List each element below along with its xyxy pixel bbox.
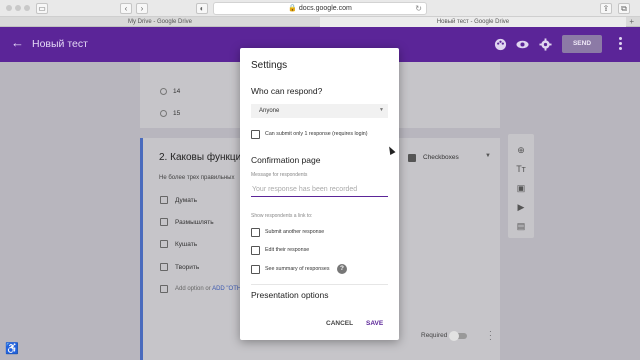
send-button[interactable]: SEND (562, 35, 602, 53)
checkbox-option[interactable] (160, 240, 168, 248)
url-text: docs.google.com (298, 5, 352, 12)
see-summary-label: See summary of responses (265, 266, 330, 272)
sidebar-toggle-icon[interactable]: ▭ (36, 3, 48, 14)
who-can-respond-heading: Who can respond? (251, 86, 323, 96)
dialog-title: Settings (251, 60, 288, 71)
chevron-down-icon: ▼ (379, 107, 384, 113)
add-other-connector: or (205, 286, 211, 292)
question-type-select[interactable]: Checkboxes ▼ (405, 152, 495, 166)
add-question-icon[interactable]: ⊕ (515, 144, 527, 156)
question-type-value: Checkboxes (423, 154, 459, 161)
help-icon[interactable]: ? (337, 264, 347, 274)
back-arrow-icon[interactable]: ← (11, 36, 24, 50)
radio-option[interactable] (160, 110, 167, 117)
privacy-shield-icon[interactable]: ◐ (196, 3, 208, 14)
settings-dialog: Settings Who can respond? Anyone ▼ Can s… (240, 48, 399, 340)
more-options-icon[interactable] (619, 37, 623, 51)
address-bar[interactable]: 🔒 docs.google.com ↻ (213, 2, 427, 15)
divider (251, 284, 388, 285)
new-tab-icon[interactable]: + (629, 17, 634, 27)
accessibility-icon[interactable]: ♿ (5, 342, 19, 355)
add-section-icon[interactable]: ▤ (515, 220, 527, 232)
message-label: Message for respondents (251, 172, 308, 178)
cancel-button[interactable]: CANCEL (326, 320, 353, 327)
confirmation-heading: Confirmation page (251, 155, 321, 165)
add-title-icon[interactable]: Tт (515, 163, 527, 175)
option-label: 15 (173, 110, 181, 117)
reload-icon[interactable]: ↻ (415, 3, 422, 15)
question-toolbar: ⊕ Tт ▣ ▶ ▤ (508, 134, 534, 238)
settings-gear-icon[interactable] (539, 38, 552, 51)
close-window-button[interactable] (6, 5, 12, 11)
checkbox-option (160, 285, 168, 293)
zoom-window-button[interactable] (24, 5, 30, 11)
one-response-checkbox[interactable] (251, 130, 260, 139)
form-title[interactable]: Новый тест (32, 38, 88, 50)
add-image-icon[interactable]: ▣ (515, 182, 527, 194)
confirmation-message-input[interactable]: Your response has been recorded (251, 185, 388, 197)
chevron-down-icon: ▼ (485, 153, 491, 159)
question-description[interactable]: Не более трех правильных (159, 175, 235, 181)
radio-option[interactable] (160, 88, 167, 95)
checkbox-type-icon (408, 154, 416, 162)
checkbox-option[interactable] (160, 218, 168, 226)
add-option-row[interactable]: Add option or ADD "OTH (175, 286, 241, 292)
tab-bar: My Drive - Google Drive Новый тест - Goo… (0, 17, 640, 27)
audience-select[interactable]: Anyone ▼ (251, 104, 388, 118)
palette-icon[interactable] (494, 38, 507, 51)
audience-value: Anyone (259, 108, 280, 114)
add-video-icon[interactable]: ▶ (515, 201, 527, 213)
checkbox-option[interactable] (160, 263, 168, 271)
edit-response-checkbox[interactable] (251, 246, 260, 255)
required-toggle[interactable] (449, 331, 467, 341)
back-nav-icon[interactable]: ‹ (120, 3, 132, 14)
question-more-icon[interactable]: · · · (489, 328, 492, 344)
add-other-link[interactable]: ADD "OTH (212, 286, 241, 292)
one-response-label: Can submit only 1 response (requires log… (265, 131, 368, 137)
submit-another-checkbox[interactable] (251, 228, 260, 237)
submit-another-label: Submit another response (265, 229, 325, 235)
see-summary-checkbox[interactable] (251, 265, 260, 274)
tab-new-test[interactable]: Новый тест - Google Drive (320, 17, 626, 27)
add-option-link[interactable]: Add option (175, 286, 204, 292)
option-label: Творить (175, 264, 200, 271)
required-label: Required (421, 332, 448, 339)
option-label: 14 (173, 88, 181, 95)
checkbox-option[interactable] (160, 196, 168, 204)
presentation-heading: Presentation options (251, 290, 329, 300)
tab-my-drive[interactable]: My Drive - Google Drive (0, 17, 320, 27)
edit-response-label: Edit their response (265, 247, 310, 253)
save-button[interactable]: SAVE (366, 320, 383, 327)
tabs-overview-icon[interactable]: ⧉ (618, 3, 630, 14)
lock-icon: 🔒 (288, 5, 297, 12)
minimize-window-button[interactable] (15, 5, 21, 11)
option-label: Размышлять (175, 219, 214, 226)
browser-toolbar: ▭ ‹ › ◐ 🔒 docs.google.com ↻ ⇪ ⧉ (0, 0, 640, 17)
question-title[interactable]: 2. Каковы функци (159, 152, 241, 163)
option-label: Думать (175, 197, 198, 204)
share-icon[interactable]: ⇪ (600, 3, 612, 14)
show-link-label: Show respondents a link to: (251, 213, 313, 219)
preview-eye-icon[interactable] (516, 38, 529, 51)
window-controls[interactable] (6, 5, 30, 11)
option-label: Кушать (175, 241, 198, 248)
forward-nav-icon[interactable]: › (136, 3, 148, 14)
